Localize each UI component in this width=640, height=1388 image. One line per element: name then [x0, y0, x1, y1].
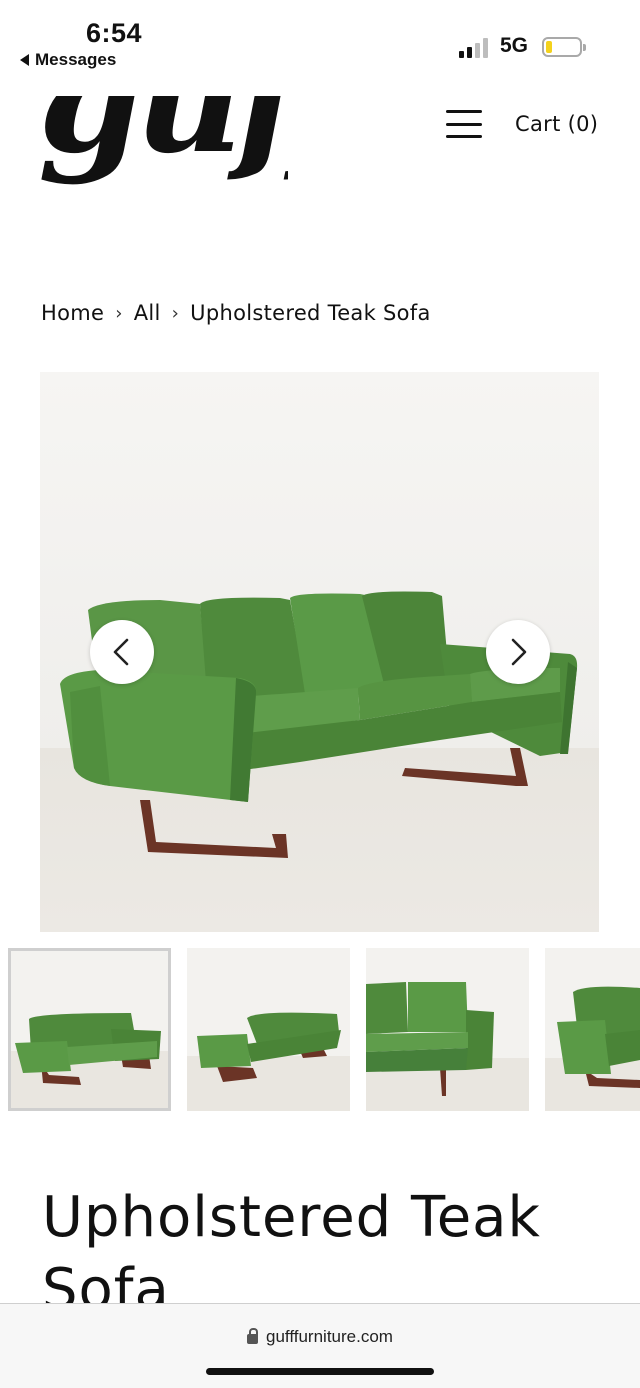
breadcrumb-all[interactable]: All: [134, 301, 161, 325]
network-type: 5G: [500, 34, 529, 57]
chevron-left-icon: [113, 638, 129, 666]
breadcrumb-current: Upholstered Teak Sofa: [190, 301, 431, 325]
gallery-next-button[interactable]: [486, 620, 550, 684]
site-logo-text: guff: [38, 96, 288, 187]
back-to-messages[interactable]: Messages: [20, 50, 116, 70]
cell-signal-icon: [459, 36, 488, 58]
browser-address-bar[interactable]: gufffurniture.com: [0, 1303, 640, 1388]
breadcrumb-separator: ›: [171, 302, 180, 324]
thumbnail-3[interactable]: [366, 948, 529, 1111]
lock-icon: [247, 1328, 259, 1344]
thumbnail-2[interactable]: [187, 948, 350, 1111]
breadcrumb-separator: ›: [115, 302, 123, 324]
thumbnail-4[interactable]: [545, 948, 640, 1111]
status-time: 6:54: [86, 18, 143, 48]
thumbnail-strip: [8, 948, 640, 1112]
address-url-text: gufffurniture.com: [266, 1327, 393, 1346]
back-to-messages-label: Messages: [35, 50, 117, 69]
chevron-right-icon: [511, 638, 527, 666]
home-indicator[interactable]: [206, 1368, 434, 1375]
battery-icon: [542, 37, 586, 57]
gallery-prev-button[interactable]: [90, 620, 154, 684]
status-bar: 6:54 Messages 5G: [0, 0, 640, 96]
thumbnail-1[interactable]: [8, 948, 171, 1111]
breadcrumb-home[interactable]: Home: [41, 301, 104, 325]
breadcrumb: Home › All › Upholstered Teak Sofa: [41, 301, 431, 325]
site-logo[interactable]: guff: [38, 96, 288, 206]
hamburger-menu-icon[interactable]: [446, 110, 482, 138]
address-url[interactable]: gufffurniture.com: [0, 1327, 640, 1347]
back-triangle-icon: [20, 54, 29, 66]
cart-link[interactable]: Cart (0): [515, 112, 598, 136]
